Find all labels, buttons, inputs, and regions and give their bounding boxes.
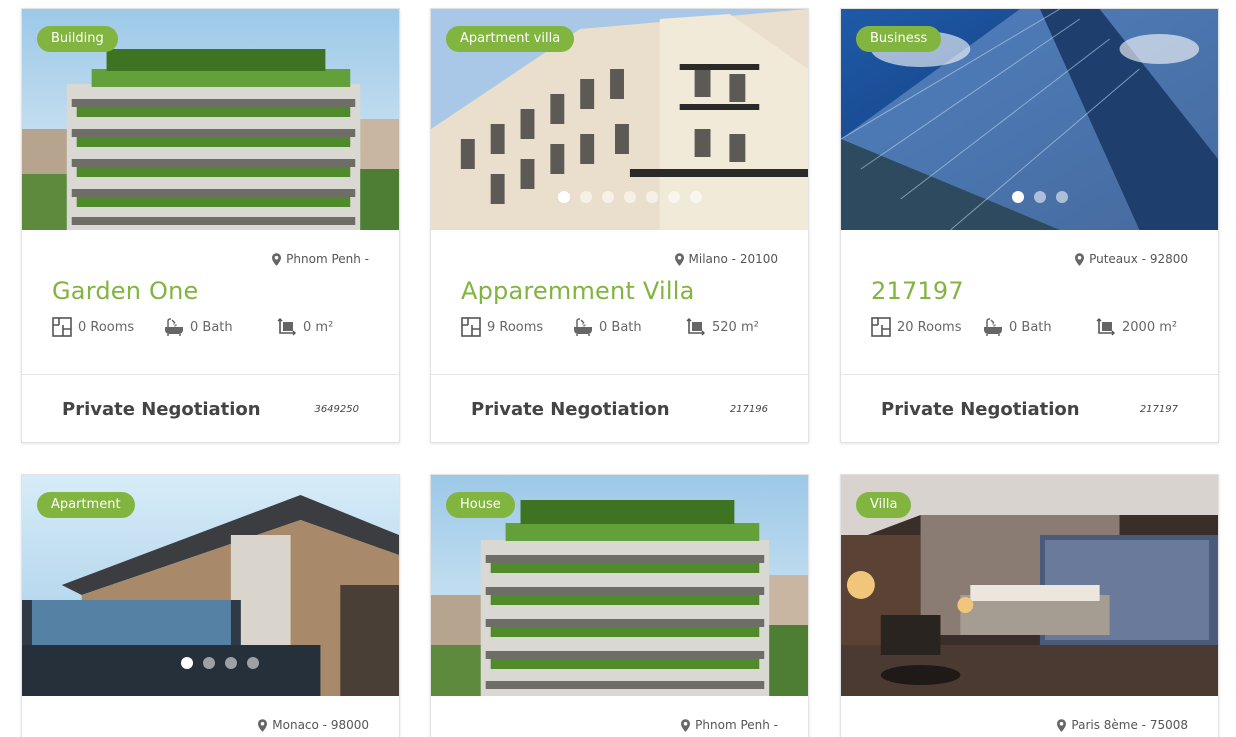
category-badge: House (446, 492, 515, 518)
property-card[interactable]: Apartment Monaco - 98000 (21, 474, 400, 737)
bath-feature: 0 Bath (164, 317, 233, 337)
carousel-dot[interactable] (181, 657, 193, 669)
property-title[interactable]: Garden One (52, 277, 198, 305)
reference-number: 3649250 (314, 404, 359, 415)
carousel-dots (431, 191, 808, 203)
price: Private Negotiation (881, 399, 1080, 420)
carousel-dot[interactable] (646, 191, 658, 203)
area-feature: 2000 m² (1096, 317, 1177, 337)
location-text: Paris 8ème - 75008 (1071, 718, 1188, 732)
bath-feature: 0 Bath (983, 317, 1052, 337)
floor-plan-icon (52, 317, 72, 337)
area-feature: 520 m² (686, 317, 759, 337)
location: Puteaux - 92800 (1075, 252, 1188, 266)
bath-feature: 0 Bath (573, 317, 642, 337)
divider (841, 374, 1218, 375)
bath-text: 0 Bath (1009, 319, 1052, 335)
area-text: 520 m² (712, 319, 759, 335)
area-feature: 0 m² (277, 317, 333, 337)
carousel-dot[interactable] (580, 191, 592, 203)
area-text: 0 m² (303, 319, 334, 335)
bath-text: 0 Bath (190, 319, 233, 335)
category-badge: Building (37, 26, 118, 52)
bedroom-interior-photo[interactable]: Villa (841, 475, 1218, 696)
carousel-dot[interactable] (1034, 191, 1046, 203)
reference-number: 217197 (1139, 404, 1178, 415)
reference-number: 217196 (729, 404, 768, 415)
map-pin-icon (681, 719, 690, 732)
carousel-dot[interactable] (1012, 191, 1024, 203)
location-text: Phnom Penh - (286, 252, 369, 266)
property-card[interactable]: Building Phnom Penh - Garden One 0 Rooms… (21, 8, 400, 443)
category-badge: Apartment villa (446, 26, 575, 52)
carousel-dot[interactable] (203, 657, 215, 669)
floor-plan-icon (461, 317, 481, 337)
property-card[interactable]: Villa Paris 8ème - 75008 (840, 474, 1219, 737)
carousel-dot[interactable] (1056, 191, 1068, 203)
category-badge: Business (856, 26, 942, 52)
carousel-dot[interactable] (225, 657, 237, 669)
location: Monaco - 98000 (258, 718, 369, 732)
area-text: 2000 m² (1122, 319, 1178, 335)
rooms-text: 0 Rooms (78, 319, 135, 335)
bath-text: 0 Bath (599, 319, 642, 335)
carousel-dot[interactable] (558, 191, 570, 203)
rooms-text: 20 Rooms (897, 319, 962, 335)
area-icon (686, 317, 706, 337)
property-card[interactable]: Business Puteaux - 92800 217197 20 Rooms… (840, 8, 1219, 443)
carousel-dots (22, 657, 399, 669)
rooms-feature: 20 Rooms (871, 317, 961, 337)
carousel-dots (841, 191, 1218, 203)
property-title[interactable]: Apparemment Villa (461, 277, 694, 305)
category-badge: Apartment (37, 492, 135, 518)
rooms-feature: 9 Rooms (461, 317, 543, 337)
area-icon (277, 317, 297, 337)
rooms-text: 9 Rooms (487, 319, 544, 335)
location: Phnom Penh - (681, 718, 778, 732)
price: Private Negotiation (62, 399, 261, 420)
green-tower-photo[interactable]: House (431, 475, 808, 696)
map-pin-icon (258, 719, 267, 732)
property-card[interactable]: Apartment villa Milano - 20100 Apparemme… (430, 8, 809, 443)
divider (431, 374, 808, 375)
divider (22, 374, 399, 375)
bathtub-icon (164, 317, 184, 337)
bathtub-icon (983, 317, 1003, 337)
location-text: Milano - 20100 (688, 252, 778, 266)
map-pin-icon (272, 253, 281, 266)
glass-skyscraper-photo[interactable]: Business (841, 9, 1218, 230)
location-text: Puteaux - 92800 (1089, 252, 1188, 266)
location: Phnom Penh - (272, 252, 369, 266)
location: Paris 8ème - 75008 (1057, 718, 1188, 732)
map-pin-icon (1057, 719, 1066, 732)
green-tower-photo[interactable]: Building (22, 9, 399, 230)
price: Private Negotiation (471, 399, 670, 420)
carousel-dot[interactable] (247, 657, 259, 669)
area-icon (1096, 317, 1116, 337)
carousel-dot[interactable] (602, 191, 614, 203)
category-badge: Villa (856, 492, 912, 518)
modern-house-photo[interactable]: Apartment (22, 475, 399, 696)
property-title[interactable]: 217197 (871, 277, 964, 305)
location-text: Phnom Penh - (695, 718, 778, 732)
classic-facade-photo[interactable]: Apartment villa (431, 9, 808, 230)
map-pin-icon (675, 253, 684, 266)
location-text: Monaco - 98000 (272, 718, 369, 732)
carousel-dot[interactable] (624, 191, 636, 203)
carousel-dot[interactable] (668, 191, 680, 203)
floor-plan-icon (871, 317, 891, 337)
property-card[interactable]: House Phnom Penh - (430, 474, 809, 737)
bathtub-icon (573, 317, 593, 337)
rooms-feature: 0 Rooms (52, 317, 134, 337)
carousel-dot[interactable] (690, 191, 702, 203)
location: Milano - 20100 (675, 252, 778, 266)
map-pin-icon (1075, 253, 1084, 266)
